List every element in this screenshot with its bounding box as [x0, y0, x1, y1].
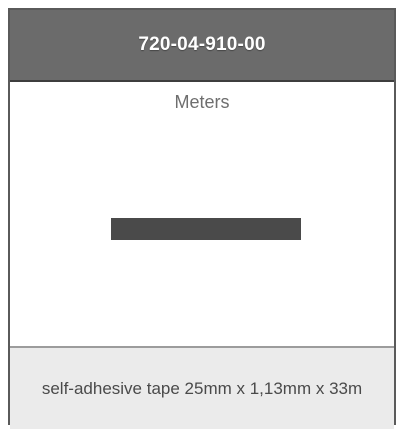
product-card: 720-04-910-00 Meters self-adhesive tape …: [8, 8, 396, 429]
tape-illustration: [111, 218, 301, 240]
unit-label: Meters: [174, 92, 230, 112]
product-footer: self-adhesive tape 25mm x 1,13mm x 33m: [10, 346, 394, 429]
product-code: 720-04-910-00: [138, 34, 266, 55]
product-header: 720-04-910-00: [10, 10, 394, 82]
product-description: self-adhesive tape 25mm x 1,13mm x 33m: [41, 378, 363, 398]
